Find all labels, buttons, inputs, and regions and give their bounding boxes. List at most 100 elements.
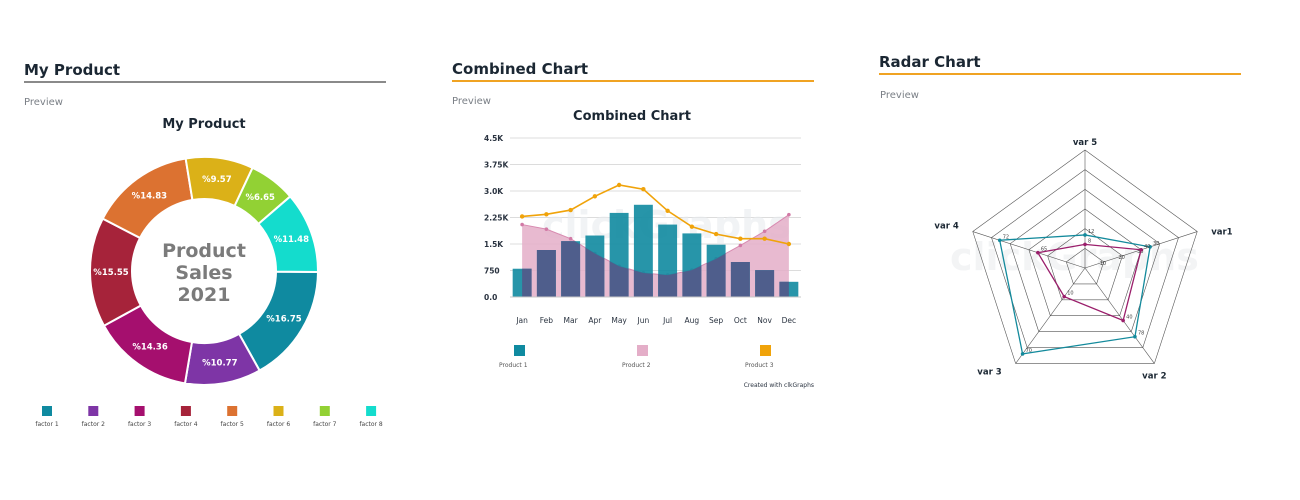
legend-label: factor 4 bbox=[174, 421, 197, 428]
x-tick-label: Dec bbox=[782, 316, 797, 325]
point-label: 30 bbox=[1153, 241, 1159, 247]
axis-label: var 5 bbox=[1073, 138, 1097, 148]
line-point bbox=[762, 236, 767, 241]
donut-panel: My Product Preview My Product %16.75 %10.7… bbox=[0, 0, 430, 500]
legend-label: Product 3 bbox=[745, 362, 774, 369]
radar-point bbox=[1020, 352, 1025, 356]
line-point bbox=[544, 212, 549, 217]
legend-swatch bbox=[227, 406, 238, 416]
radar-panel: Radar Chart Preview clickGraphs 10 20 30 30 4… bbox=[860, 0, 1300, 500]
radar-point bbox=[1083, 233, 1087, 237]
line-point bbox=[641, 187, 646, 192]
slice-label: %15.55 bbox=[93, 268, 128, 278]
y-tick-label: 1.5K bbox=[484, 240, 504, 249]
chart-title: Combined Chart bbox=[573, 109, 691, 124]
point-label: 78 bbox=[1138, 331, 1144, 337]
line-point bbox=[519, 214, 525, 219]
legend-swatch bbox=[88, 406, 99, 416]
radar-point bbox=[1139, 247, 1143, 252]
x-tick-label: Aug bbox=[685, 316, 700, 325]
bar-overlap bbox=[730, 262, 750, 297]
y-tick-label: 3.0K bbox=[484, 187, 504, 196]
legend-label: factor 1 bbox=[35, 421, 58, 428]
slice-label: %14.83 bbox=[132, 192, 167, 202]
y-tick-label: 0.0 bbox=[484, 293, 497, 302]
axis-label: var 2 bbox=[1142, 371, 1166, 381]
legend-label: factor 2 bbox=[82, 421, 105, 428]
legend-swatch bbox=[273, 406, 284, 416]
center-text: 2021 bbox=[178, 284, 231, 306]
x-tick-label: Jan bbox=[515, 316, 528, 325]
legend-swatch bbox=[42, 406, 52, 416]
point-label: 40 bbox=[1144, 244, 1150, 250]
slice-label: %11.48 bbox=[274, 235, 309, 245]
legend-label: factor 6 bbox=[267, 421, 290, 428]
line-point bbox=[713, 231, 719, 237]
area-point bbox=[568, 236, 573, 241]
radar-point bbox=[1083, 242, 1087, 247]
legend-swatch bbox=[637, 345, 648, 356]
legend-label: factor 5 bbox=[221, 421, 244, 428]
radar-point bbox=[1062, 294, 1066, 299]
x-tick-label: May bbox=[611, 316, 627, 325]
slice-label: %16.75 bbox=[266, 314, 301, 324]
radar-point bbox=[1036, 250, 1040, 255]
line-point bbox=[738, 236, 743, 241]
slice-label: %9.57 bbox=[202, 175, 232, 185]
point-label: 12 bbox=[1088, 229, 1094, 235]
x-tick-label: Apr bbox=[588, 316, 602, 325]
x-tick-label: Feb bbox=[540, 316, 554, 325]
line-point bbox=[786, 241, 792, 247]
line-point bbox=[665, 208, 670, 213]
credit-text: Created with clkGraphs bbox=[744, 382, 814, 389]
legend-swatch bbox=[514, 345, 525, 356]
point-label: 72 bbox=[1003, 234, 1009, 240]
axis-label: var1 bbox=[1211, 228, 1232, 238]
axis-label: var 4 bbox=[934, 222, 958, 232]
point-label: 10 bbox=[1067, 291, 1073, 297]
legend-label: Product 1 bbox=[499, 362, 528, 369]
area-point bbox=[520, 222, 524, 227]
radar-chart: clickGraphs1020303040784070107265128var1… bbox=[934, 138, 1232, 381]
bar-overlap bbox=[561, 241, 581, 297]
ring-label: 20 bbox=[1118, 255, 1124, 261]
slice-label: %14.36 bbox=[132, 343, 167, 353]
x-tick-label: Jul bbox=[662, 316, 672, 325]
x-tick-label: Nov bbox=[757, 316, 772, 325]
legend-label: factor 8 bbox=[359, 421, 382, 428]
legend-swatch bbox=[134, 406, 145, 416]
legend-swatch bbox=[366, 406, 377, 416]
x-tick-label: Jun bbox=[637, 316, 650, 325]
legend-label: factor 7 bbox=[313, 421, 336, 428]
line-point bbox=[689, 224, 695, 229]
line-point bbox=[592, 194, 598, 199]
radar-point bbox=[997, 238, 1002, 243]
y-tick-label: 3.75K bbox=[484, 161, 510, 170]
chart-title: My Product bbox=[162, 117, 245, 132]
point-label: 40 bbox=[1126, 315, 1132, 321]
center-text: Product bbox=[162, 240, 246, 262]
legend-label: factor 3 bbox=[128, 421, 151, 428]
slice-label: %6.65 bbox=[245, 193, 275, 203]
legend-swatch bbox=[180, 406, 191, 416]
point-label: 70 bbox=[1026, 348, 1032, 354]
x-tick-label: Mar bbox=[564, 316, 579, 325]
x-tick-label: Oct bbox=[734, 316, 747, 325]
radar-point bbox=[1133, 334, 1137, 339]
y-tick-label: 750 bbox=[484, 267, 500, 276]
area-point bbox=[738, 243, 743, 248]
legend-swatch bbox=[319, 406, 330, 416]
x-tick-label: Sep bbox=[709, 316, 723, 325]
y-tick-label: 4.5K bbox=[484, 134, 504, 143]
center-text: Sales bbox=[175, 262, 232, 284]
ring-label: 10 bbox=[1100, 261, 1106, 267]
combined-panel: Combined Chart Preview Combined Chart 0.0… bbox=[430, 0, 860, 500]
slice-label: %10.77 bbox=[202, 359, 237, 369]
legend-swatch bbox=[760, 345, 771, 356]
radar-point bbox=[1121, 318, 1125, 323]
area-point bbox=[544, 227, 549, 231]
line-point bbox=[616, 182, 622, 188]
area-point bbox=[787, 212, 791, 217]
y-tick-label: 2.25K bbox=[484, 214, 510, 223]
combined-chart: Combined Chart 0.0 750 1.5K 2.25K 3.0K 3.75K 4.… bbox=[484, 109, 814, 389]
